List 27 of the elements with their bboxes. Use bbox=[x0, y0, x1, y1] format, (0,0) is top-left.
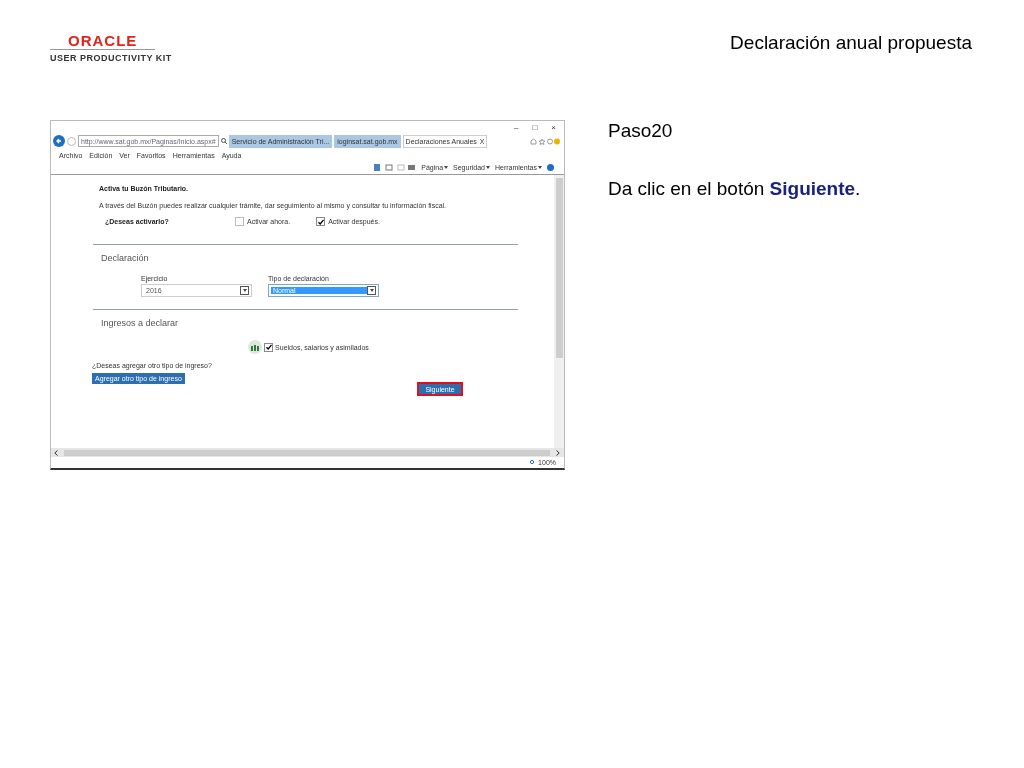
logo-wordmark: ORACLE bbox=[50, 32, 156, 50]
zoom-icon bbox=[530, 460, 536, 465]
horizontal-scrollbar[interactable] bbox=[51, 448, 564, 457]
step-label: Paso20 bbox=[608, 120, 674, 142]
back-arrow-icon[interactable] bbox=[53, 135, 65, 147]
caret-icon bbox=[444, 166, 449, 169]
checkmark-icon bbox=[317, 218, 324, 225]
toolbar-icons-drawing bbox=[530, 137, 560, 145]
checkbox[interactable] bbox=[235, 217, 244, 226]
caret-icon bbox=[538, 166, 542, 169]
checkmark-icon bbox=[265, 344, 272, 350]
window-control[interactable]: □ bbox=[532, 122, 538, 132]
search-icon[interactable] bbox=[220, 138, 227, 144]
section-heading: Declaración bbox=[101, 253, 150, 263]
section-heading: Ingresos a declarar bbox=[101, 318, 180, 328]
checkbox[interactable] bbox=[264, 342, 274, 352]
instruction-text: Da clic en el botón Siguiente. bbox=[608, 178, 861, 200]
window-control[interactable]: × bbox=[551, 122, 556, 132]
window-control[interactable]: – bbox=[514, 122, 519, 132]
caret-icon bbox=[486, 166, 490, 169]
caret-icon bbox=[369, 289, 374, 292]
vertical-scrollbar[interactable] bbox=[554, 175, 564, 448]
caret-icon bbox=[242, 289, 247, 292]
page-title: Declaración anual propuesta bbox=[730, 32, 972, 54]
checkbox[interactable] bbox=[316, 217, 326, 226]
logo-product-name: USER PRODUCTIVITY KIT bbox=[50, 53, 172, 63]
command-icons-drawing bbox=[374, 164, 417, 171]
